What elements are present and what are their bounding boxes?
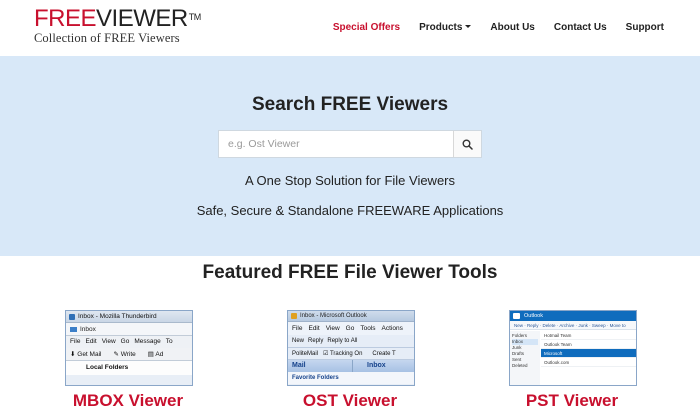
ost-viewer-screenshot[interactable]: Inbox - Microsoft Outlook File Edit View Go… (287, 310, 415, 386)
screenshot-menubar: File Edit View Go Message To (66, 336, 192, 348)
screenshot-titlebar: Inbox - Microsoft Outlook (288, 311, 414, 322)
hero-subtagline: Safe, Secure & Standalone FREEWARE Appli… (196, 203, 504, 218)
screenshot-inbox-label: Inbox (352, 360, 414, 372)
screenshot-tool: Move to (609, 323, 626, 328)
screenshot-message-row: Hotmail Team (541, 331, 636, 340)
screenshot-menu-item: Edit (85, 338, 97, 345)
screenshot-tool: Archive (559, 323, 575, 328)
ost-viewer-link[interactable]: OST Viewer (250, 391, 450, 410)
logo-tagline: Collection of FREE Viewers (34, 31, 180, 45)
hero-tagline: A One Stop Solution for File Viewers (244, 173, 456, 188)
screenshot-menu-item: View (325, 325, 340, 332)
screenshot-folders: Local Folders (66, 361, 192, 375)
screenshot-tool: ▤ Ad (147, 351, 164, 358)
logo-viewer: VIEWER (96, 5, 188, 32)
screenshot-menu-item: To (165, 338, 173, 345)
screenshot-message-row: Microsoft (541, 349, 636, 358)
outlook-icon (513, 313, 520, 319)
screenshot-tool: ☑ Tracking On (323, 351, 363, 357)
screenshot-tool: Reply to All (327, 338, 358, 344)
screenshot-favorites: Favorite Folders (288, 372, 414, 384)
pst-viewer-screenshot[interactable]: Outlook New · Reply · Delete · Archive ·… (509, 310, 637, 386)
screenshot-menu-item: Message (134, 338, 161, 345)
logo-trademark: TM (188, 12, 202, 22)
screenshot-titlebar: Inbox - Mozilla Thunderbird (66, 311, 192, 323)
screenshot-menu-item: View (101, 338, 116, 345)
search-input[interactable] (219, 131, 455, 157)
screenshot-tool: New (514, 323, 524, 328)
screenshot-tool: ⬇ Get Mail (70, 351, 102, 358)
thunderbird-icon (69, 314, 75, 320)
nav-contact-us[interactable]: Contact Us (554, 22, 607, 33)
screenshot-toolbar-2: PoliteMail ☑ Tracking On Create T (288, 348, 414, 360)
nav-support[interactable]: Support (626, 22, 664, 33)
nav-products-label: Products (419, 22, 463, 33)
screenshot-tab: Inbox (66, 323, 192, 336)
main-nav: Special Offers Products About Us Contact… (314, 22, 664, 33)
hero-title: Search FREE Viewers (251, 94, 449, 115)
screenshot-appbar: Outlook (510, 311, 636, 321)
screenshot-message-row: Outlook Team (541, 340, 636, 349)
screenshot-message-list: Hotmail Team Outlook Team Microsoft Outl… (541, 331, 636, 385)
screenshot-title: Inbox - Mozilla Thunderbird (78, 313, 157, 320)
nav-about-us[interactable]: About Us (490, 22, 534, 33)
screenshot-body: Folders Inbox Junk Drafts Sent Deleted H… (510, 331, 636, 385)
search-button[interactable] (453, 131, 481, 157)
search-icon (462, 139, 473, 150)
logo-wordmark: FREEVIEWERTM (34, 6, 201, 32)
screenshot-tool: Reply (527, 323, 539, 328)
screenshot-mail-label: Mail (288, 360, 352, 372)
screenshot-tool: ✎ Write (113, 351, 136, 358)
mbox-viewer-link[interactable]: MBOX Viewer (28, 391, 228, 410)
chevron-down-icon (465, 24, 472, 28)
logo-free: FREE (34, 5, 97, 32)
hero-section: Search FREE Viewers A One Stop Solution … (0, 56, 700, 256)
screenshot-app-name: Outlook (524, 313, 543, 319)
screenshot-menu-item: Edit (308, 325, 320, 332)
screenshot-folder-pane: Folders Inbox Junk Drafts Sent Deleted (510, 331, 540, 385)
search-box (218, 130, 482, 158)
screenshot-menu-item: Tools (360, 325, 376, 332)
screenshot-tool: Delete (542, 323, 556, 328)
screenshot-title: Inbox - Microsoft Outlook (300, 313, 367, 319)
featured-title: Featured FREE File Viewer Tools (202, 262, 498, 283)
screenshot-toolbar: New · Reply · Delete · Archive · Junk · … (510, 321, 636, 330)
screenshot-tool: Create T (372, 351, 396, 357)
site-header: FREEVIEWERTM Collection of FREE Viewers … (0, 0, 700, 56)
screenshot-menu-item: Go (345, 325, 355, 332)
screenshot-menu-item: Actions (381, 325, 403, 332)
nav-special-offers[interactable]: Special Offers (333, 22, 400, 33)
screenshot-menu-item: File (70, 338, 81, 345)
screenshot-folder: Deleted (512, 363, 528, 368)
screenshot-menubar: File Edit View Go Tools Actions (288, 322, 414, 335)
pst-viewer-link[interactable]: PST Viewer (472, 391, 672, 410)
screenshot-menu-item: Go (120, 338, 130, 345)
screenshot-tool: Reply (308, 338, 324, 344)
screenshot-toolbar: ⬇ Get Mail ✎ Write ▤ Ad (66, 348, 192, 361)
inbox-icon (70, 327, 77, 332)
screenshot-message-row: Outlook.com (541, 358, 636, 367)
screenshot-mail-header: Mail Inbox (288, 360, 414, 372)
outlook-icon (291, 313, 297, 319)
screenshot-tab-label: Inbox (80, 326, 96, 333)
screenshot-toolbar: New Reply Reply to All (288, 335, 414, 348)
screenshot-menu-item: File (292, 325, 303, 332)
screenshot-tool: Junk (578, 323, 588, 328)
nav-products[interactable]: Products (419, 22, 472, 33)
screenshot-tool: New (292, 338, 305, 344)
screenshot-tool: Sweep (591, 323, 606, 328)
freeviewer-logo[interactable]: FREEVIEWERTM Collection of FREE Viewers (34, 6, 201, 46)
mbox-viewer-screenshot[interactable]: Inbox - Mozilla Thunderbird Inbox File Ed… (65, 310, 193, 386)
screenshot-tool: PoliteMail (292, 351, 319, 357)
